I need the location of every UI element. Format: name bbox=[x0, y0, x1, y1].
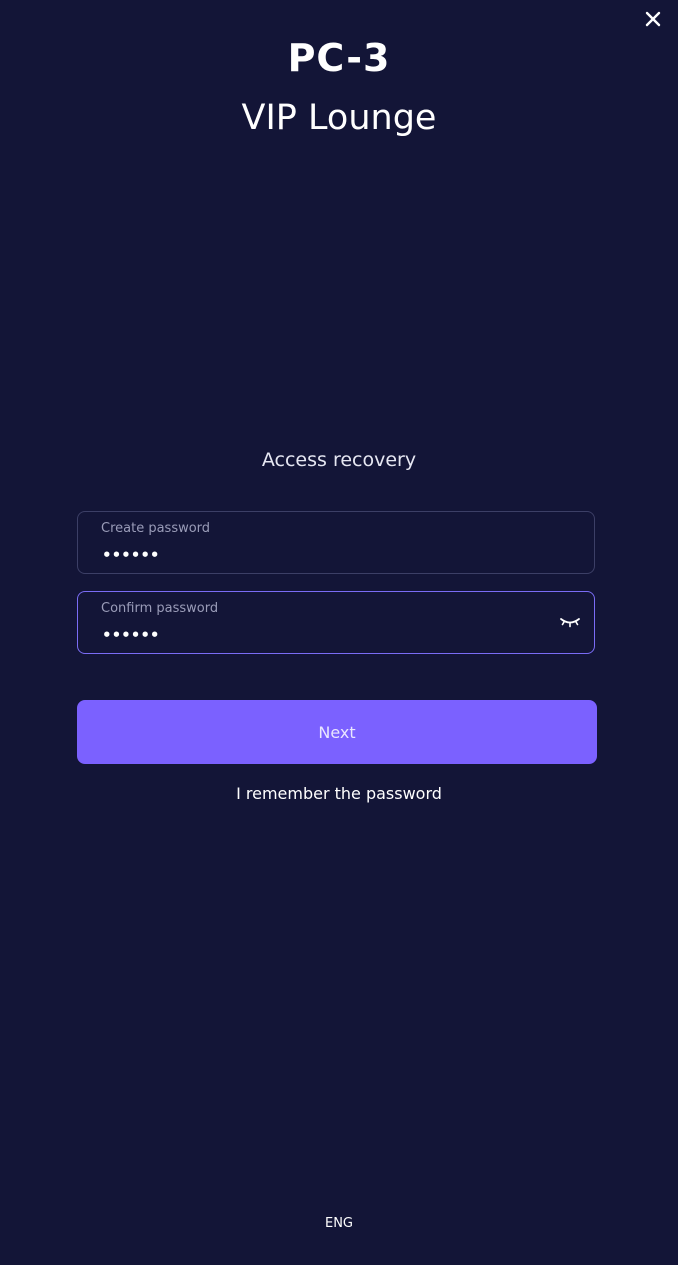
close-button[interactable] bbox=[642, 8, 664, 30]
app-title: PC-3 bbox=[287, 36, 391, 80]
language-selector[interactable]: ENG bbox=[0, 1216, 678, 1232]
form-heading: Access recovery bbox=[261, 449, 417, 471]
create-password-label: Create password bbox=[101, 521, 211, 536]
close-icon bbox=[645, 11, 661, 27]
create-password-value[interactable]: •••••• bbox=[102, 546, 160, 564]
app-subtitle: VIP Lounge bbox=[241, 98, 437, 138]
confirm-password-field[interactable]: Confirm password •••••• bbox=[77, 591, 595, 654]
remember-password-link[interactable]: I remember the password bbox=[0, 784, 678, 804]
toggle-password-visibility-button[interactable] bbox=[558, 614, 582, 630]
confirm-password-label: Confirm password bbox=[101, 601, 219, 616]
login-screen: PC-3 VIP Lounge Access recovery Create p… bbox=[0, 0, 678, 1265]
eye-closed-icon bbox=[560, 618, 580, 628]
next-button[interactable]: Next bbox=[77, 700, 597, 764]
confirm-password-value[interactable]: •••••• bbox=[102, 626, 160, 644]
create-password-field[interactable]: Create password •••••• bbox=[77, 511, 595, 574]
